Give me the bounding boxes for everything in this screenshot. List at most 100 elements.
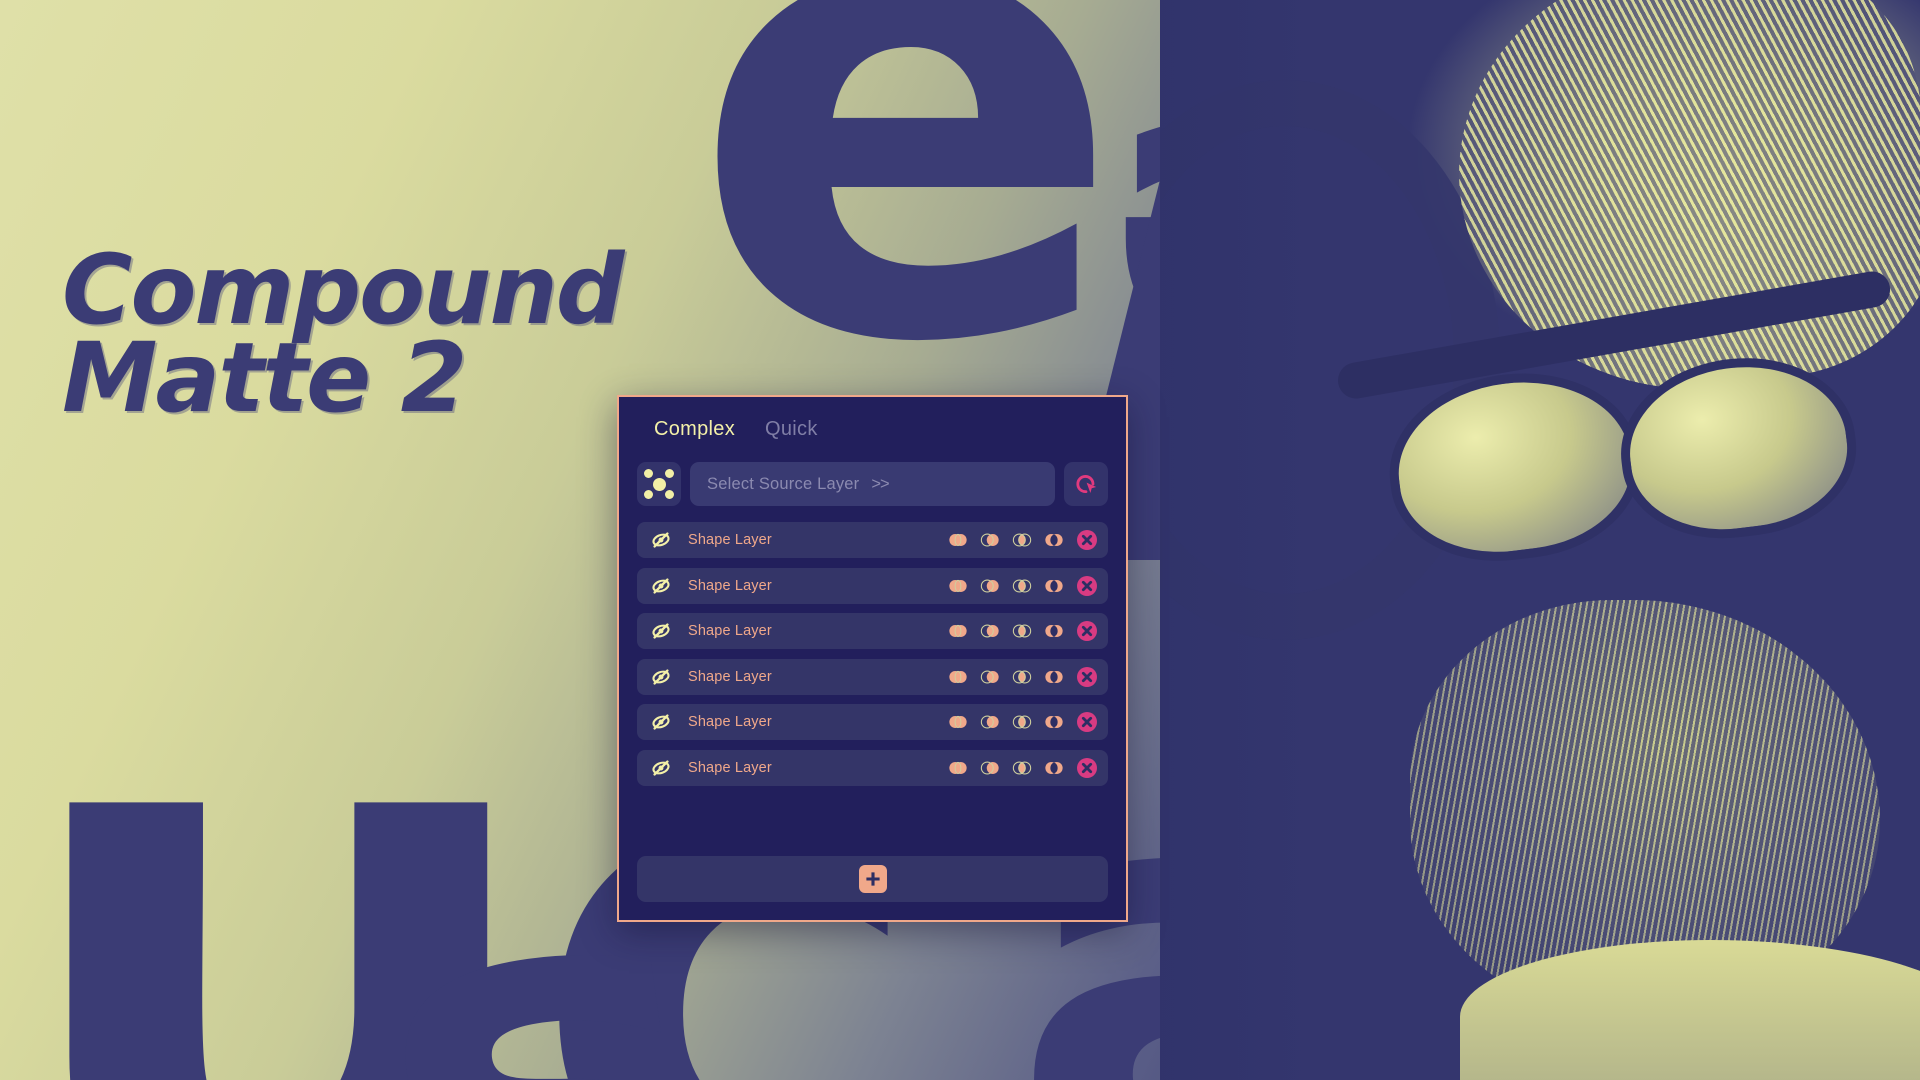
refresh-cursor-icon [1076, 475, 1097, 493]
boolean-exclude-button[interactable] [1043, 622, 1065, 640]
boolean-union-button[interactable] [947, 531, 969, 549]
boolean-union-button[interactable] [947, 622, 969, 640]
boolean-union-button[interactable] [947, 668, 969, 686]
boolean-ops-group [947, 713, 1065, 731]
boolean-exclude-icon [1045, 579, 1063, 592]
boolean-exclude-button[interactable] [1043, 668, 1065, 686]
nodes-icon [644, 469, 674, 499]
tab-complex[interactable]: Complex [654, 418, 735, 441]
boolean-intersect-icon [1012, 715, 1032, 729]
layer-name: Shape Layer [688, 532, 772, 548]
boolean-subtract-icon [980, 761, 999, 774]
delete-circle-x-icon [1077, 621, 1097, 641]
boolean-union-icon [949, 670, 967, 683]
eye-off-icon-button[interactable] [647, 754, 675, 782]
boolean-exclude-button[interactable] [1043, 713, 1065, 731]
refresh-selection-button[interactable] [1064, 462, 1108, 506]
eye-off-icon-button[interactable] [647, 708, 675, 736]
boolean-union-button[interactable] [947, 713, 969, 731]
bg-glyph-e-1: e [690, 0, 1125, 482]
table-row[interactable]: Shape Layer [637, 567, 1108, 604]
delete-layer-button[interactable] [1075, 619, 1099, 643]
boolean-ops-group [947, 531, 1065, 549]
screen: e e u c a s Compound Matte 2 Complex Qui… [0, 0, 1920, 1080]
boolean-subtract-icon [980, 715, 999, 729]
delete-circle-x-icon [1077, 575, 1097, 596]
boolean-union-button[interactable] [947, 577, 969, 595]
eye-off-icon-button[interactable] [647, 526, 675, 554]
boolean-subtract-icon [980, 670, 999, 683]
table-row[interactable]: Shape Layer [637, 658, 1108, 695]
boolean-subtract-button[interactable] [979, 622, 1001, 640]
compound-matte-panel: Complex Quick Select Source Layer >> Sha… [617, 395, 1128, 922]
boolean-exclude-button[interactable] [1043, 759, 1065, 777]
delete-layer-button[interactable] [1075, 665, 1099, 689]
table-row[interactable]: Shape Layer [637, 613, 1108, 649]
delete-layer-button[interactable] [1075, 756, 1099, 780]
boolean-ops-group [947, 759, 1065, 777]
boolean-intersect-button[interactable] [1011, 759, 1033, 777]
boolean-ops-group [947, 577, 1065, 595]
boolean-union-icon [949, 761, 967, 774]
boolean-subtract-icon [980, 533, 999, 547]
page-title: Compound Matte 2 [62, 234, 625, 435]
boolean-exclude-icon [1045, 670, 1063, 683]
eye-off-icon-button[interactable] [647, 572, 675, 600]
chevron-double-right-icon: >> [871, 474, 889, 493]
boolean-exclude-icon [1045, 534, 1063, 546]
table-row[interactable]: Shape Layer [637, 749, 1108, 786]
layer-rows: Shape Layer Shape Layer Shape Layer Shap… [637, 522, 1108, 786]
boolean-intersect-button[interactable] [1011, 531, 1033, 549]
boolean-subtract-button[interactable] [979, 531, 1001, 549]
source-layer-placeholder: Select Source Layer [707, 474, 860, 493]
boolean-exclude-icon [1045, 761, 1063, 774]
boolean-ops-group [947, 668, 1065, 686]
nodes-icon-button[interactable] [637, 462, 681, 506]
layer-name: Shape Layer [688, 668, 772, 685]
delete-circle-x-icon [1077, 712, 1097, 732]
layer-name: Shape Layer [688, 623, 772, 639]
boolean-intersect-button[interactable] [1011, 577, 1033, 595]
boolean-intersect-button[interactable] [1011, 668, 1033, 686]
eye-off-icon [652, 532, 670, 548]
tab-quick[interactable]: Quick [765, 418, 818, 441]
eye-off-icon-button[interactable] [647, 617, 675, 645]
boolean-intersect-button[interactable] [1011, 622, 1033, 640]
plus-icon [858, 865, 887, 893]
boolean-subtract-button[interactable] [979, 759, 1001, 777]
delete-layer-button[interactable] [1075, 528, 1099, 552]
boolean-union-icon [949, 715, 967, 729]
table-row[interactable]: Shape Layer [637, 704, 1108, 740]
layer-name: Shape Layer [688, 714, 772, 730]
boolean-intersect-button[interactable] [1011, 713, 1033, 731]
add-layer-button[interactable] [637, 856, 1108, 902]
boolean-union-icon [949, 579, 967, 592]
boolean-intersect-icon [1012, 670, 1032, 683]
eye-off-icon [652, 623, 670, 639]
boolean-subtract-icon [980, 624, 999, 638]
boolean-exclude-icon [1045, 625, 1063, 637]
duotone-portrait-photo [1160, 0, 1920, 1080]
layer-name: Shape Layer [688, 759, 772, 776]
boolean-union-icon [949, 624, 967, 638]
eye-off-icon [652, 577, 670, 594]
source-layer-input[interactable]: Select Source Layer >> [690, 462, 1055, 506]
boolean-exclude-button[interactable] [1043, 577, 1065, 595]
delete-layer-button[interactable] [1075, 574, 1099, 598]
boolean-exclude-button[interactable] [1043, 531, 1065, 549]
boolean-subtract-button[interactable] [979, 668, 1001, 686]
boolean-ops-group [947, 622, 1065, 640]
eye-off-icon [652, 668, 670, 685]
delete-layer-button[interactable] [1075, 710, 1099, 734]
boolean-subtract-button[interactable] [979, 577, 1001, 595]
delete-circle-x-icon [1077, 757, 1097, 778]
boolean-subtract-button[interactable] [979, 713, 1001, 731]
eye-off-icon-button[interactable] [647, 663, 675, 691]
delete-circle-x-icon [1077, 666, 1097, 687]
source-layer-row: Select Source Layer >> [637, 461, 1108, 507]
boolean-union-button[interactable] [947, 759, 969, 777]
table-row[interactable]: Shape Layer [637, 522, 1108, 558]
boolean-union-icon [949, 533, 967, 547]
boolean-subtract-icon [980, 579, 999, 592]
boolean-exclude-icon [1045, 716, 1063, 728]
